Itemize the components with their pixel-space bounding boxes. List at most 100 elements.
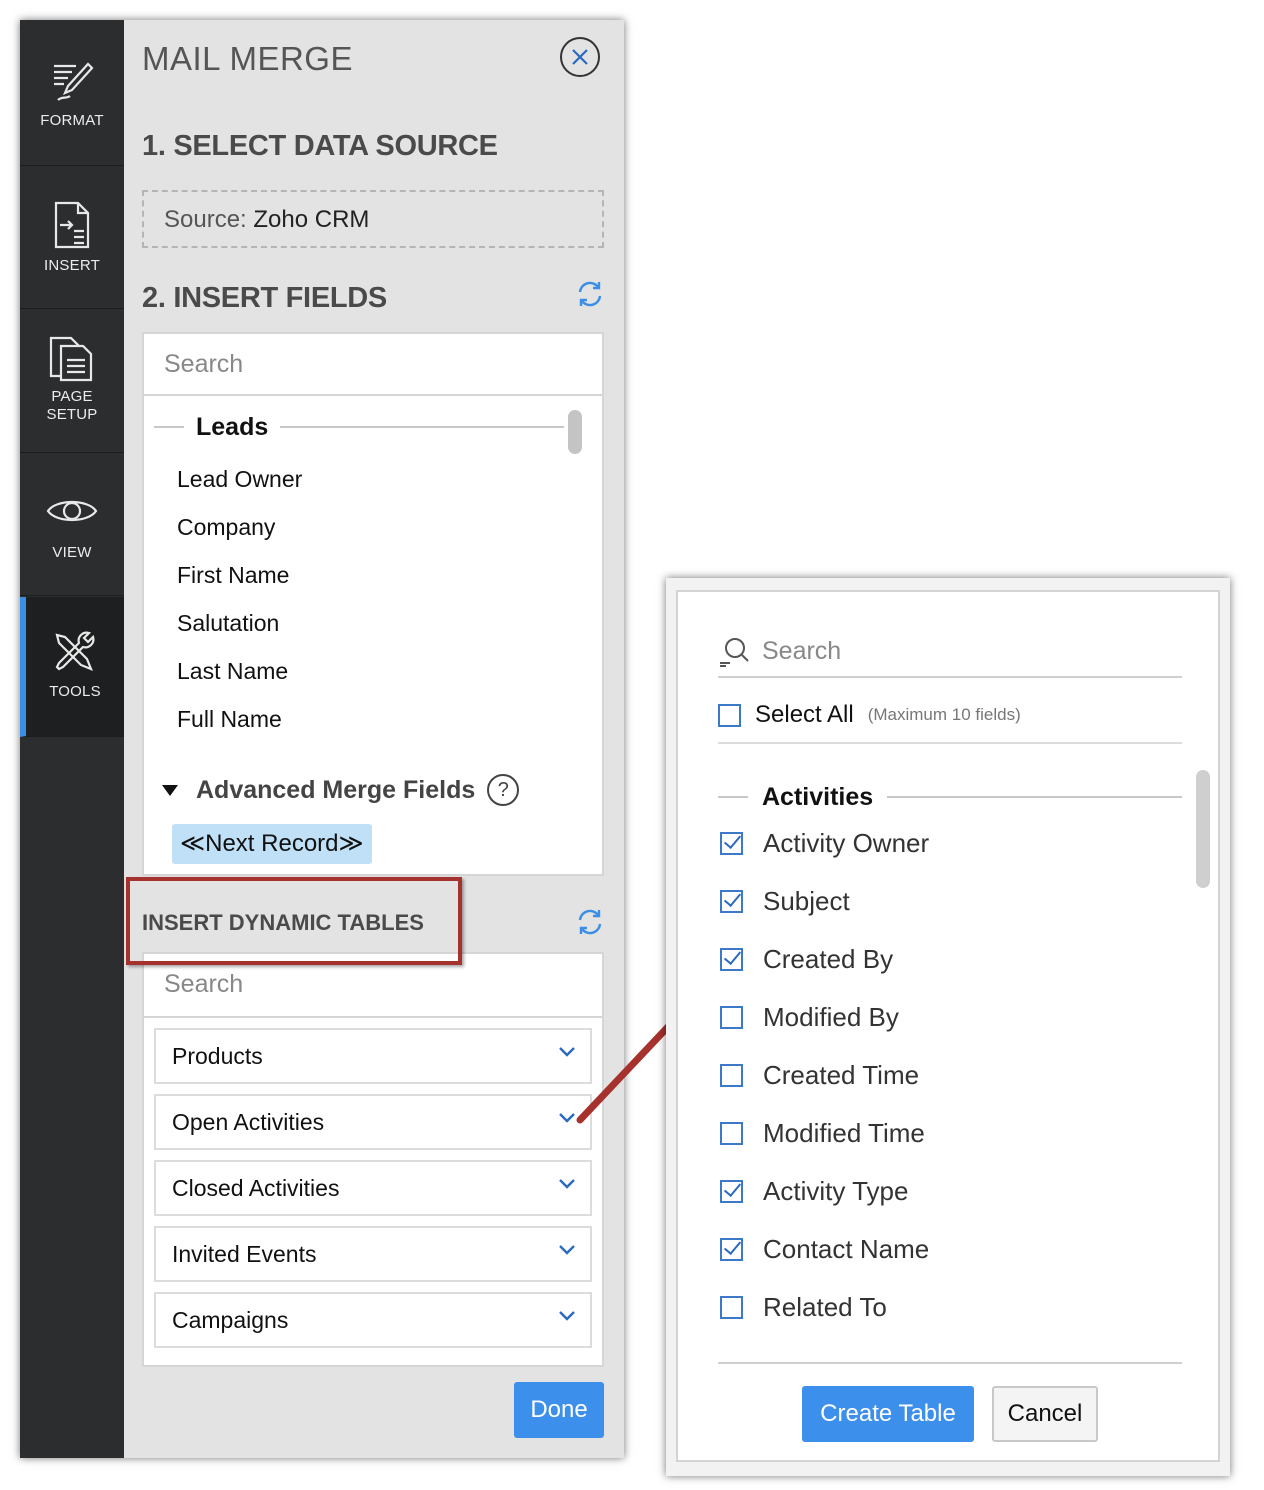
option-label: Modified By bbox=[763, 1002, 899, 1032]
rail-item-tools[interactable]: TOOLS bbox=[20, 597, 124, 737]
option-label: Related To bbox=[763, 1292, 887, 1322]
dynamic-tables-box: Search Products Open Activities Closed A… bbox=[142, 952, 604, 1367]
activity-option[interactable]: Created Time bbox=[720, 1060, 919, 1091]
advanced-merge-fields-label: Advanced Merge Fields bbox=[196, 775, 476, 804]
rail-label-insert: INSERT bbox=[44, 257, 100, 274]
mail-merge-panel: MAIL MERGE 1. SELECT DATA SOURCE Source:… bbox=[124, 20, 624, 1458]
max-fields-note: (Maximum 10 fields) bbox=[867, 705, 1021, 724]
popup-divider bbox=[718, 1362, 1182, 1364]
popup-search-input[interactable]: Search bbox=[718, 626, 1182, 678]
activity-option[interactable]: Activity Owner bbox=[720, 828, 929, 859]
field-item[interactable]: Last Name bbox=[177, 658, 288, 685]
table-dropdown-invited-events[interactable]: Invited Events bbox=[154, 1226, 592, 1282]
panel-title: MAIL MERGE bbox=[142, 40, 353, 77]
field-item[interactable]: Lead Owner bbox=[177, 466, 302, 493]
create-table-popup: Search Select All (Maximum 10 fields) Ac… bbox=[666, 578, 1230, 1476]
create-table-dialog: Search Select All (Maximum 10 fields) Ac… bbox=[676, 590, 1220, 1462]
option-checkbox[interactable] bbox=[720, 1006, 743, 1029]
table-dropdown-open-activities[interactable]: Open Activities bbox=[154, 1094, 592, 1150]
leads-group-title: Leads bbox=[196, 412, 269, 441]
table-dropdown-label: Open Activities bbox=[172, 1109, 325, 1135]
activity-option[interactable]: Activity Type bbox=[720, 1176, 908, 1207]
activity-option[interactable]: Contact Name bbox=[720, 1234, 929, 1265]
popup-search-placeholder: Search bbox=[762, 636, 842, 665]
fields-search-input[interactable]: Search bbox=[144, 334, 602, 396]
option-checkbox[interactable] bbox=[720, 948, 743, 971]
option-checkbox[interactable] bbox=[720, 1238, 743, 1261]
option-checkbox[interactable] bbox=[720, 1296, 743, 1319]
activities-group-header: Activities bbox=[718, 782, 1182, 812]
option-checkbox[interactable] bbox=[720, 1064, 743, 1087]
field-item[interactable]: Salutation bbox=[177, 610, 279, 637]
rail-label-setup: SETUP bbox=[46, 406, 98, 423]
table-dropdown-label: Invited Events bbox=[172, 1241, 317, 1267]
section-select-data-source: 1. SELECT DATA SOURCE bbox=[142, 130, 498, 162]
help-icon[interactable]: ? bbox=[487, 774, 520, 806]
activity-option[interactable]: Created By bbox=[720, 944, 893, 975]
source-label: Source: bbox=[164, 206, 247, 233]
activity-option[interactable]: Modified By bbox=[720, 1002, 899, 1033]
option-checkbox[interactable] bbox=[720, 890, 743, 913]
popup-scrollbar[interactable] bbox=[1196, 770, 1210, 888]
chevron-down-icon bbox=[559, 1311, 575, 1321]
option-label: Created Time bbox=[763, 1060, 920, 1090]
advanced-merge-fields-toggle[interactable]: Advanced Merge Fields ? bbox=[162, 774, 520, 806]
option-checkbox[interactable] bbox=[720, 1122, 743, 1145]
tools-icon bbox=[55, 631, 95, 671]
cancel-button[interactable]: Cancel bbox=[992, 1386, 1098, 1442]
collapse-triangle-icon bbox=[162, 784, 178, 796]
data-source-box[interactable]: Source: Zoho CRM bbox=[142, 190, 604, 248]
table-dropdown-label: Closed Activities bbox=[172, 1175, 340, 1201]
option-checkbox[interactable] bbox=[720, 1180, 743, 1203]
field-item[interactable]: Company bbox=[177, 514, 275, 541]
table-dropdown-closed-activities[interactable]: Closed Activities bbox=[154, 1160, 592, 1216]
create-table-button[interactable]: Create Table bbox=[802, 1386, 974, 1442]
option-label: Modified Time bbox=[763, 1118, 925, 1148]
field-item[interactable]: Full Name bbox=[177, 706, 282, 733]
insert-doc-icon bbox=[54, 201, 90, 249]
search-icon bbox=[720, 638, 749, 667]
table-dropdown-label: Products bbox=[172, 1043, 263, 1069]
option-label: Contact Name bbox=[763, 1234, 930, 1264]
option-label: Subject bbox=[763, 886, 850, 916]
activity-option[interactable]: Modified Time bbox=[720, 1118, 925, 1149]
rail-item-view[interactable]: VIEW bbox=[20, 454, 124, 596]
rail-label-tools: TOOLS bbox=[49, 683, 101, 700]
done-button[interactable]: Done bbox=[514, 1382, 604, 1438]
next-record-field[interactable]: ≪Next Record≫ bbox=[172, 824, 372, 864]
rail-item-insert[interactable]: INSERT bbox=[20, 167, 124, 309]
select-all-label: Select All bbox=[755, 701, 854, 728]
refresh-tables-icon[interactable] bbox=[575, 907, 605, 937]
activities-group-title: Activities bbox=[762, 782, 874, 811]
activity-option[interactable]: Subject bbox=[720, 886, 850, 917]
leads-group-header: Leads bbox=[154, 412, 564, 442]
source-value: Zoho CRM bbox=[253, 206, 370, 233]
close-icon bbox=[572, 49, 588, 65]
table-dropdown-products[interactable]: Products bbox=[154, 1028, 592, 1084]
mail-merge-window: FORMAT INSERT PAGE SETUP VIEW TOOLS MAIL… bbox=[20, 20, 624, 1458]
rail-item-format[interactable]: FORMAT bbox=[20, 20, 124, 166]
option-label: Activity Type bbox=[763, 1176, 909, 1206]
table-dropdown-label: Campaigns bbox=[172, 1307, 289, 1333]
left-rail: FORMAT INSERT PAGE SETUP VIEW TOOLS bbox=[20, 20, 124, 1458]
rail-label-page: PAGE bbox=[51, 388, 93, 405]
close-button[interactable] bbox=[560, 37, 600, 77]
field-item[interactable]: First Name bbox=[177, 562, 289, 589]
select-all-row[interactable]: Select All (Maximum 10 fields) bbox=[718, 688, 1182, 744]
section-insert-fields: 2. INSERT FIELDS bbox=[142, 282, 387, 314]
select-all-checkbox[interactable] bbox=[718, 703, 741, 727]
page-setup-icon bbox=[49, 336, 93, 382]
dynamic-tables-highlight-annotation bbox=[126, 877, 462, 965]
option-checkbox[interactable] bbox=[720, 832, 743, 855]
refresh-fields-icon[interactable] bbox=[575, 279, 605, 309]
rail-item-page-setup[interactable]: PAGE SETUP bbox=[20, 310, 124, 453]
activity-option[interactable]: Related To bbox=[720, 1292, 887, 1323]
chevron-down-icon bbox=[559, 1245, 575, 1255]
option-label: Created By bbox=[763, 944, 894, 974]
format-pen-icon bbox=[54, 62, 94, 101]
table-dropdown-campaigns[interactable]: Campaigns bbox=[154, 1292, 592, 1348]
chevron-down-icon bbox=[559, 1179, 575, 1189]
fields-list-box: Search Leads Lead Owner Company First Na… bbox=[142, 332, 604, 876]
eye-icon bbox=[46, 500, 98, 522]
fields-scrollbar[interactable] bbox=[568, 410, 582, 454]
